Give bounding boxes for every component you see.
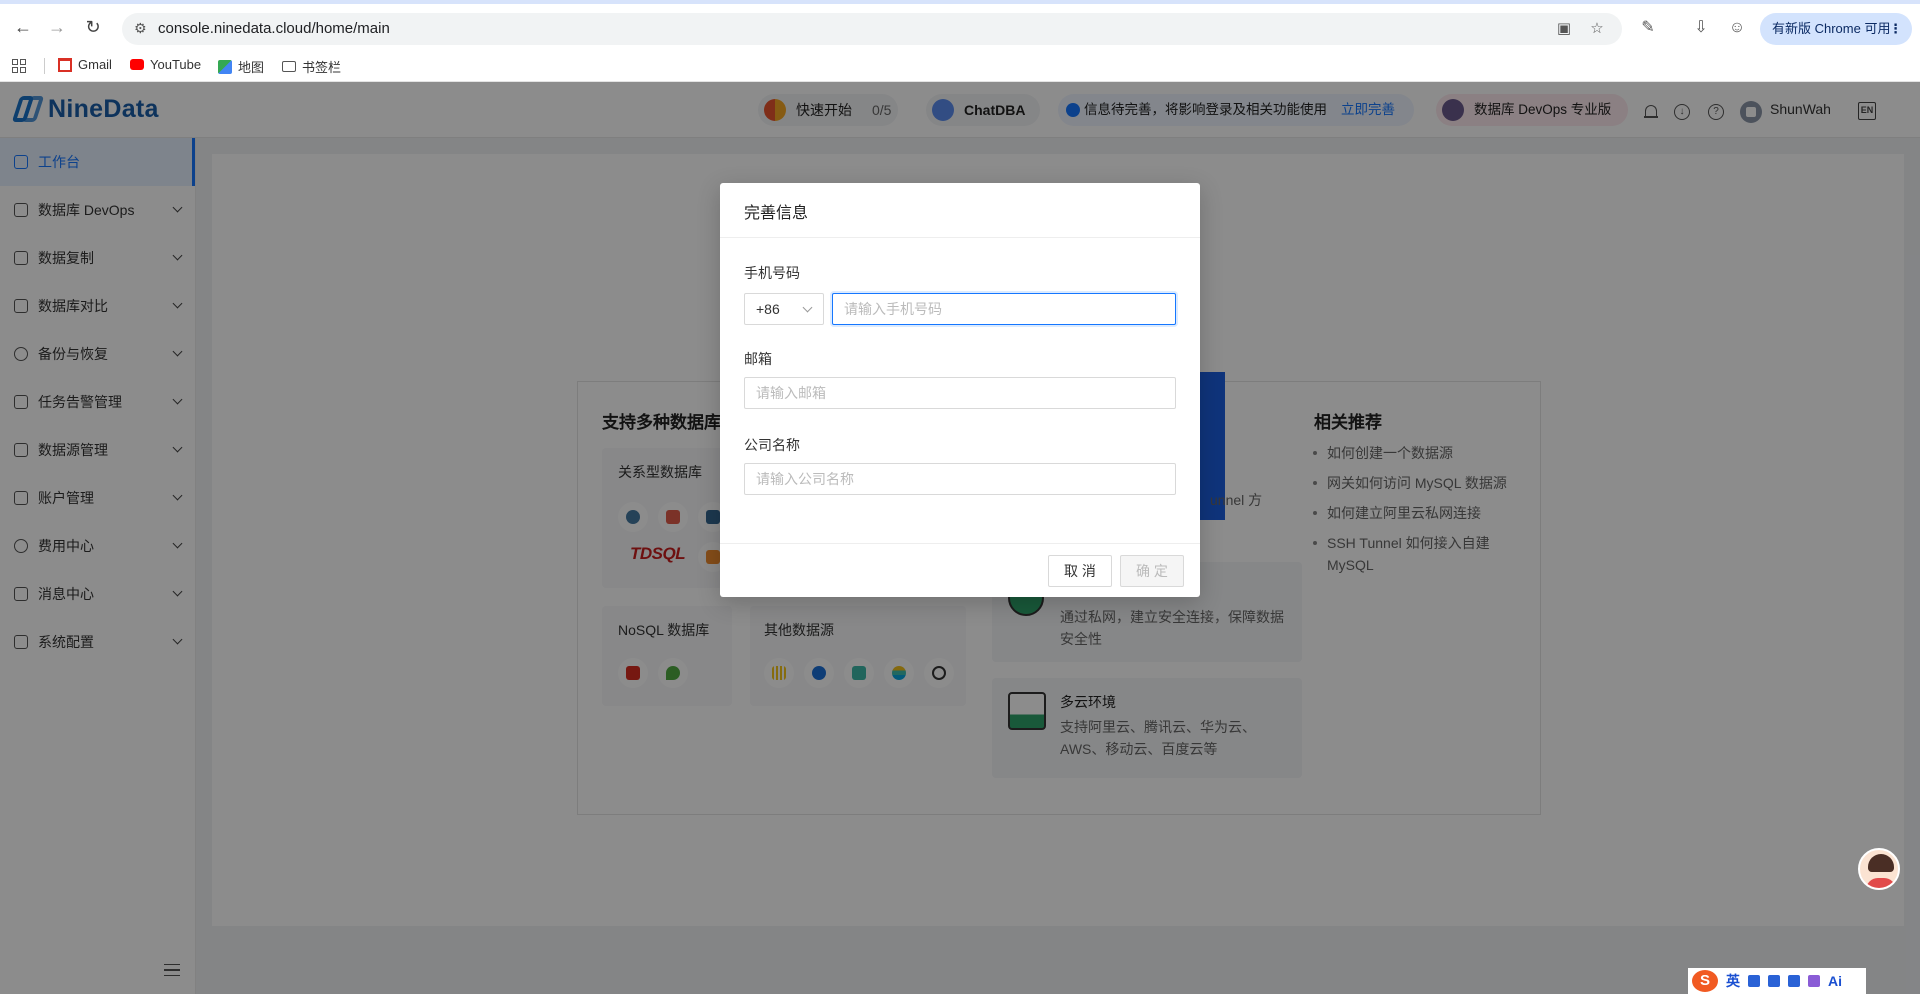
bookmark-label: YouTube xyxy=(150,57,202,72)
cancel-button[interactable]: 取 消 xyxy=(1048,555,1112,587)
reload-icon[interactable]: ↻ xyxy=(82,16,104,38)
extensions-icon[interactable]: ✎ xyxy=(1638,18,1658,38)
support-assistant-avatar[interactable] xyxy=(1858,848,1900,890)
more-menu-icon[interactable]: ⋮ xyxy=(1889,13,1902,45)
company-input[interactable] xyxy=(744,463,1176,495)
country-code-select[interactable]: +86 xyxy=(744,293,824,325)
gmail-icon xyxy=(58,57,72,72)
ai-icon[interactable]: Ai xyxy=(1828,973,1842,989)
bookmark-label: 地图 xyxy=(238,60,265,75)
maps-icon xyxy=(218,59,232,74)
apps-grid-icon[interactable] xyxy=(12,59,26,73)
microphone-icon[interactable] xyxy=(1768,975,1780,987)
phone-input[interactable] xyxy=(832,293,1176,325)
bookmark-folder[interactable]: 书签栏 xyxy=(282,57,341,76)
bookmark-youtube[interactable]: YouTube xyxy=(130,57,201,72)
skin-icon[interactable] xyxy=(1808,975,1820,987)
url-text[interactable]: console.ninedata.cloud/home/main xyxy=(158,20,390,37)
modal-footer-divider xyxy=(720,543,1200,544)
ime-punctuation-icon[interactable] xyxy=(1748,975,1760,987)
bookmark-gmail[interactable]: Gmail xyxy=(58,57,112,72)
modal-title: 完善信息 xyxy=(744,205,809,222)
complete-info-modal: 完善信息 手机号码 +86 邮箱 公司名称 取 消 确 定 xyxy=(720,183,1200,597)
bookmark-label: Gmail xyxy=(78,57,112,72)
youtube-icon xyxy=(130,59,144,70)
bookmark-star-icon[interactable]: ☆ xyxy=(1588,20,1606,38)
ime-mode-label[interactable]: 英 xyxy=(1726,971,1740,991)
email-label: 邮箱 xyxy=(744,351,772,367)
install-app-icon[interactable]: ▣ xyxy=(1555,20,1573,38)
bookmark-label: 书签栏 xyxy=(302,60,342,75)
profile-icon[interactable]: ☺ xyxy=(1727,18,1747,38)
bookmark-maps[interactable]: 地图 xyxy=(218,57,264,76)
address-bar[interactable]: ⚙ console.ninedata.cloud/home/main ▣ ☆ xyxy=(122,13,1622,45)
back-icon[interactable]: ← xyxy=(12,16,34,38)
forward-icon[interactable]: → xyxy=(46,16,68,38)
bookmarks-bar: Gmail YouTube 地图 书签栏 xyxy=(0,50,1920,82)
folder-icon xyxy=(282,61,296,72)
chrome-update-label: 有新版 Chrome 可用 xyxy=(1772,21,1891,36)
bookmarks-divider xyxy=(44,58,45,74)
phone-label: 手机号码 xyxy=(744,265,800,281)
keyboard-icon[interactable] xyxy=(1788,975,1800,987)
modal-divider xyxy=(720,237,1200,238)
chevron-down-icon xyxy=(802,302,813,313)
sogou-ime-icon[interactable]: S xyxy=(1692,970,1718,992)
confirm-button[interactable]: 确 定 xyxy=(1120,555,1184,587)
country-code-value: +86 xyxy=(756,301,780,317)
download-icon[interactable]: ⇩ xyxy=(1691,18,1711,38)
ime-toolbar: S 英 Ai xyxy=(1688,968,1866,994)
browser-toolbar: ← → ↻ ⚙ console.ninedata.cloud/home/main… xyxy=(0,0,1920,50)
company-label: 公司名称 xyxy=(744,437,800,453)
email-input[interactable] xyxy=(744,377,1176,409)
chrome-update-button[interactable]: 有新版 Chrome 可用 ⋮ xyxy=(1760,13,1912,45)
site-info-icon[interactable]: ⚙ xyxy=(134,20,150,36)
